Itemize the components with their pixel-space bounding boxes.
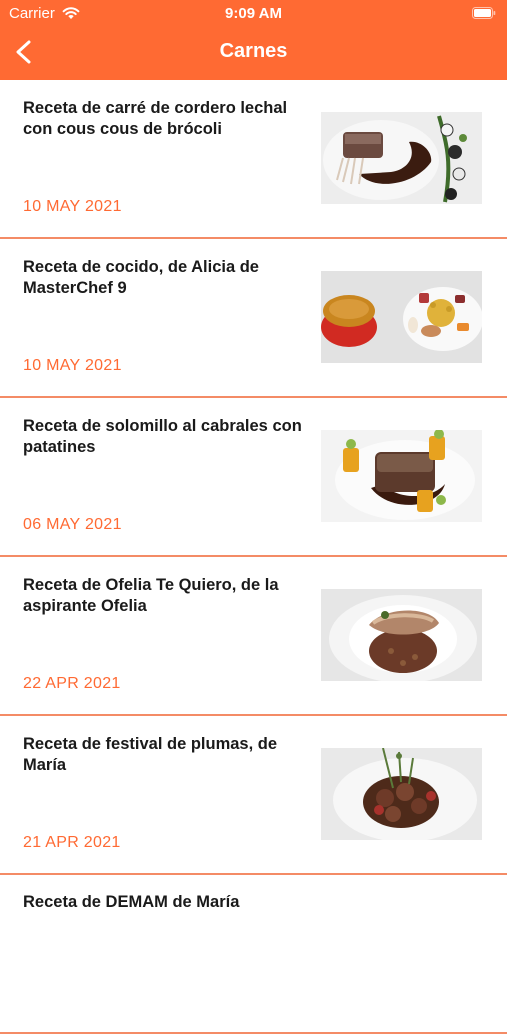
quail-dish-image: [321, 589, 482, 681]
plumas-dish-image: [321, 748, 482, 840]
recipe-date: 10 MAY 2021: [23, 198, 122, 215]
status-time: 9:09 AM: [225, 5, 282, 22]
recipe-thumbnail: [321, 430, 482, 522]
recipe-title: Receta de carré de cordero lechal con co…: [23, 99, 288, 138]
recipe-title: Receta de Ofelia Te Quiero, de la aspira…: [23, 576, 279, 615]
recipe-thumbnail: [321, 271, 482, 363]
recipe-list-item[interactable]: Receta de DEMAM de María: [0, 875, 507, 1034]
recipe-date: 10 MAY 2021: [23, 357, 122, 374]
page-title: Carnes: [219, 40, 288, 62]
recipe-date: 22 APR 2021: [23, 675, 121, 692]
recipe-list: Receta de carré de cordero lechal con co…: [0, 80, 507, 1034]
recipe-list-item[interactable]: Receta de Ofelia Te Quiero, de la aspira…: [0, 557, 507, 716]
recipe-list-item[interactable]: Receta de solomillo al cabrales con pata…: [0, 398, 507, 557]
status-bar: Carrier 9:09 AM: [0, 0, 507, 28]
recipe-thumbnail: [321, 112, 482, 204]
recipe-title: Receta de solomillo al cabrales con pata…: [23, 417, 302, 456]
recipe-thumbnail: [321, 589, 482, 681]
recipe-title: Receta de cocido, de Alicia de MasterChe…: [23, 258, 259, 297]
navigation-header: Carrier 9:09 AM Carnes: [0, 0, 507, 80]
recipe-list-item[interactable]: Receta de cocido, de Alicia de MasterChe…: [0, 239, 507, 398]
recipe-title: Receta de festival de plumas, de María: [23, 735, 278, 774]
sirloin-dish-image: [321, 430, 482, 522]
battery-icon: [472, 7, 496, 19]
recipe-date: 06 MAY 2021: [23, 516, 122, 533]
recipe-thumbnail: [321, 748, 482, 840]
recipe-list-item[interactable]: Receta de festival de plumas, de María 2…: [0, 716, 507, 875]
recipe-date: 21 APR 2021: [23, 834, 121, 851]
lamb-rack-dish-image: [321, 112, 482, 204]
cocido-dish-image: [321, 271, 482, 363]
recipe-title: Receta de DEMAM de María: [23, 893, 240, 911]
recipe-list-item[interactable]: Receta de carré de cordero lechal con co…: [0, 80, 507, 239]
